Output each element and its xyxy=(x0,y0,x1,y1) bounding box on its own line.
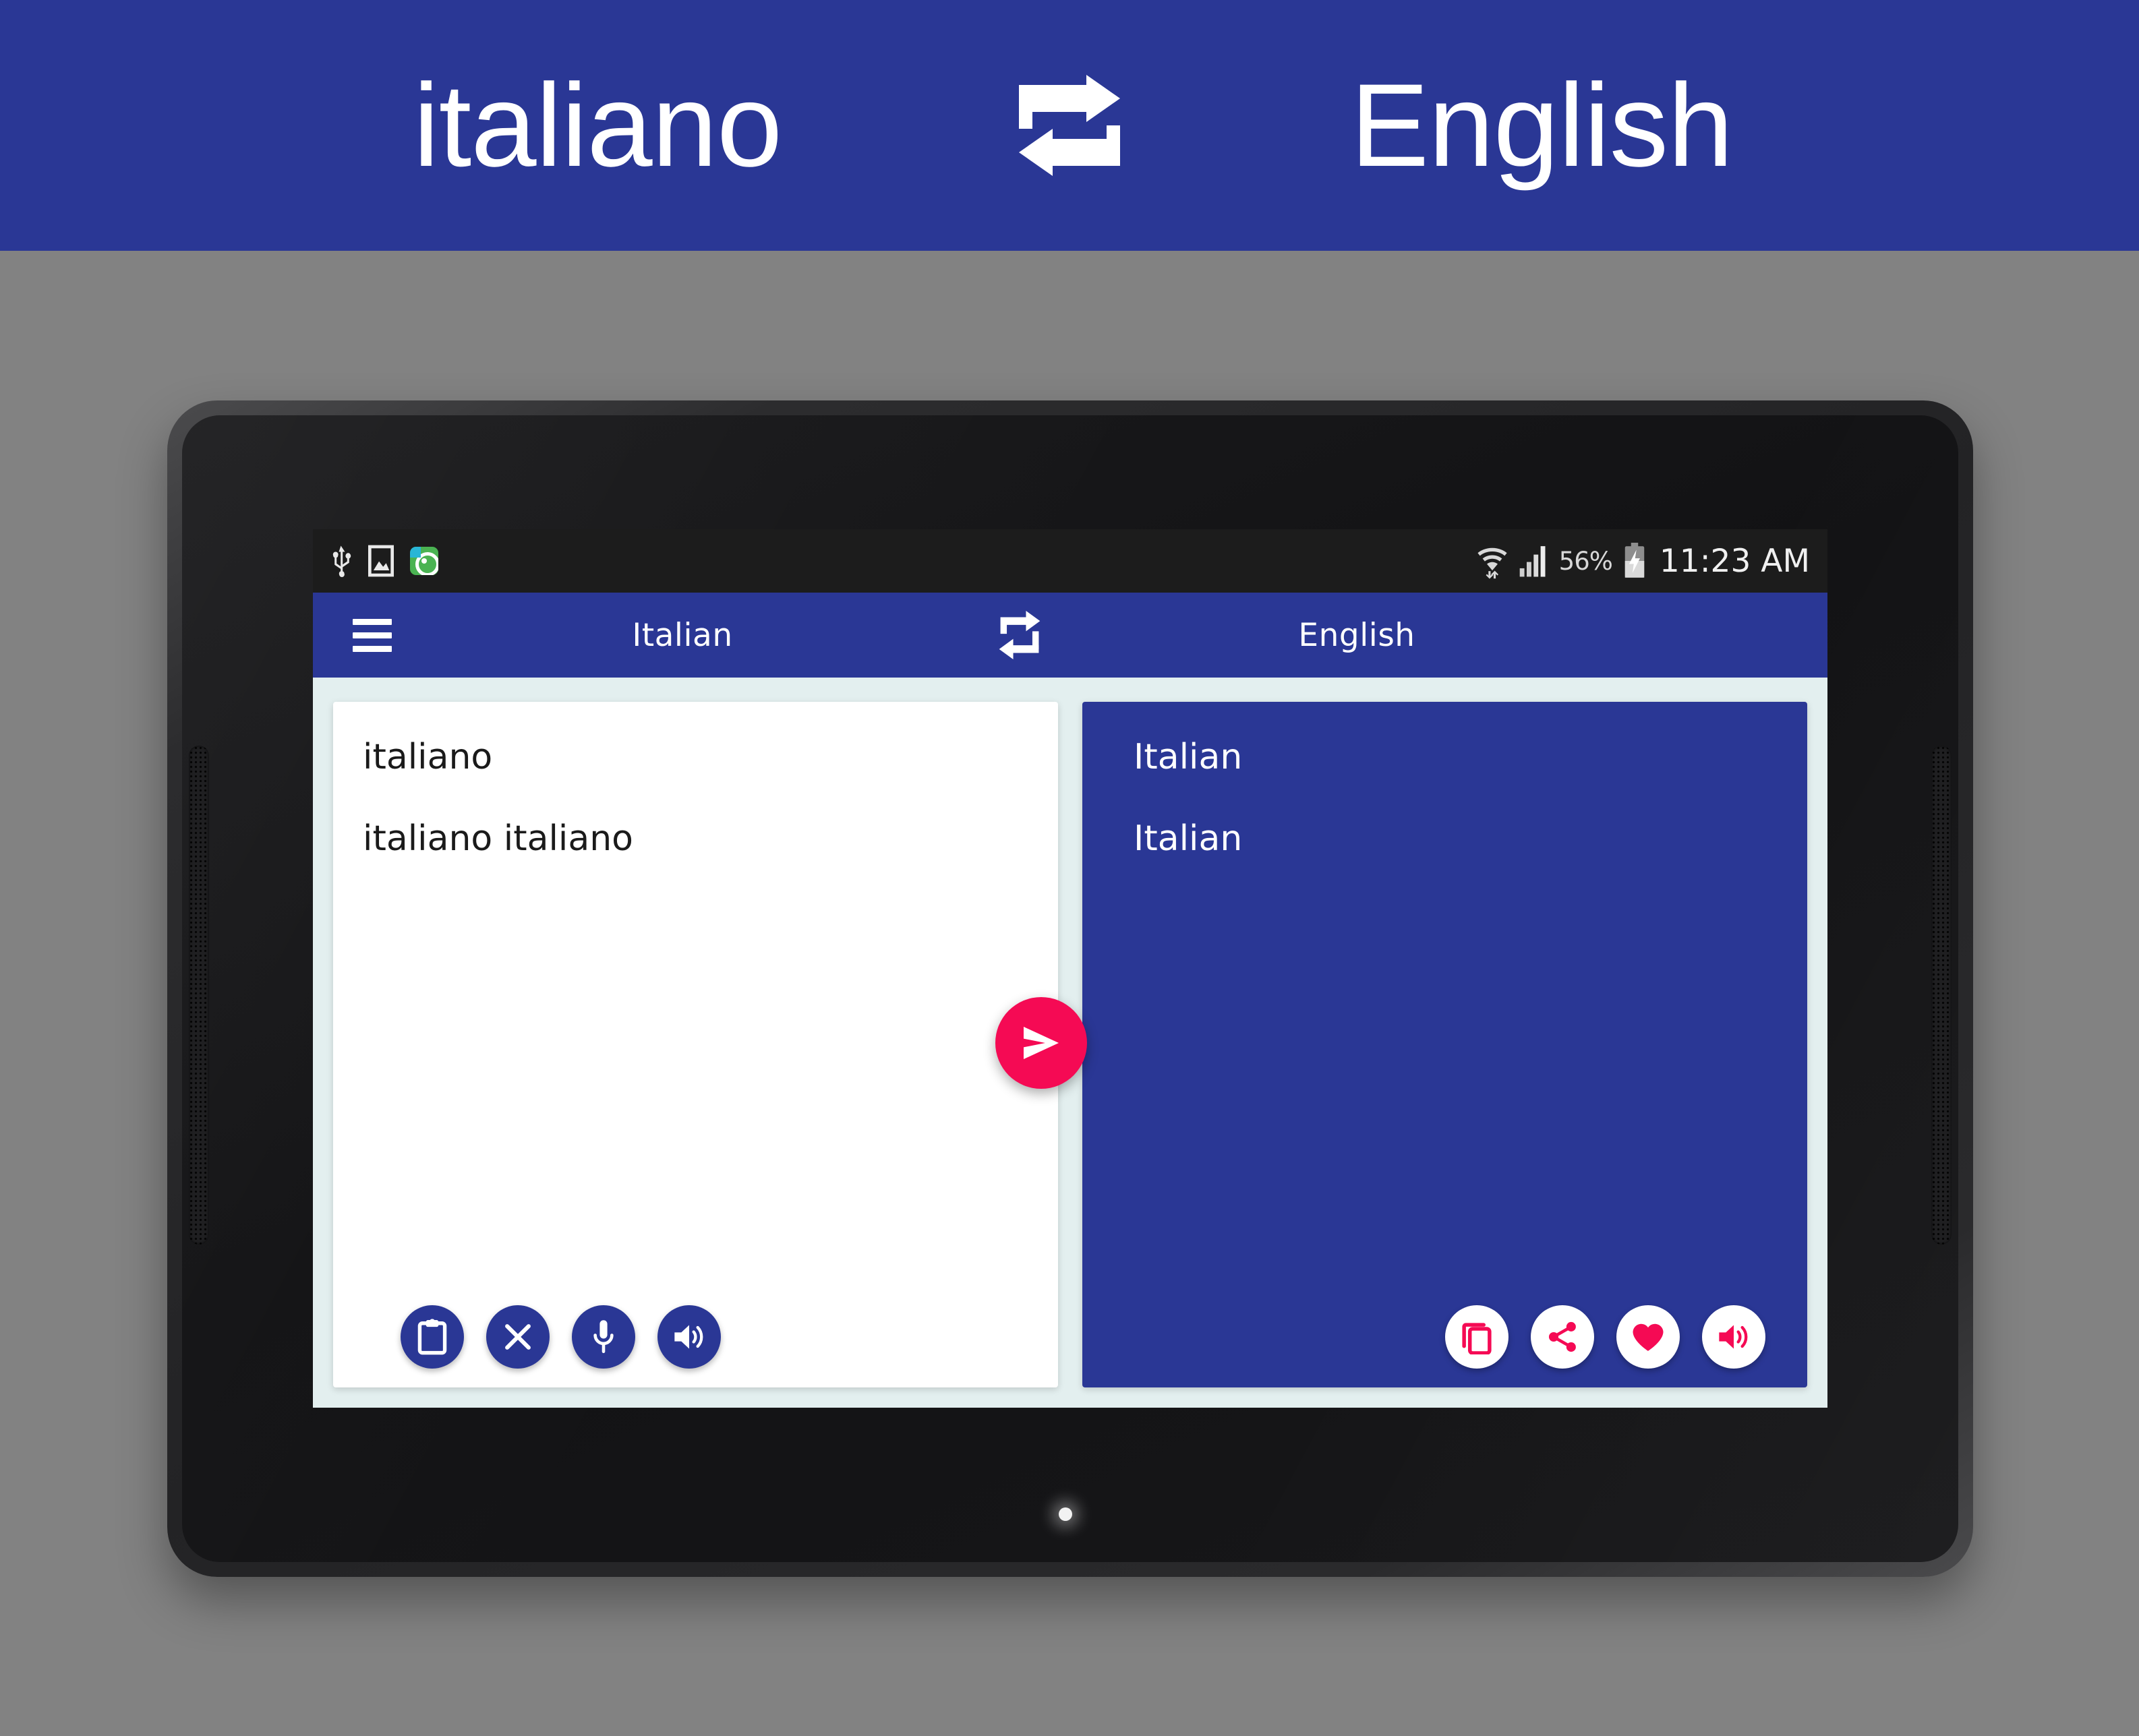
app-notification-icon xyxy=(410,547,438,575)
usb-icon xyxy=(332,543,352,579)
source-text[interactable]: italiano italiano italiano xyxy=(363,734,1028,862)
app-toolbar: Italian English xyxy=(313,593,1827,678)
microphone-icon xyxy=(589,1318,618,1356)
favorite-button[interactable] xyxy=(1616,1305,1680,1369)
copy-button[interactable] xyxy=(1445,1305,1508,1369)
promo-target-language: English xyxy=(1350,59,1734,191)
source-line-blank xyxy=(363,781,1028,816)
share-button[interactable] xyxy=(1531,1305,1594,1369)
voice-input-button[interactable] xyxy=(572,1305,635,1369)
notification-led xyxy=(1059,1507,1072,1521)
source-action-row xyxy=(401,1305,721,1369)
tablet-screen: 56% 11:23 AM Italian English italiano it… xyxy=(313,529,1827,1408)
promo-swap-icon xyxy=(968,75,1171,176)
promo-banner: italiano English xyxy=(0,0,2139,251)
source-text-panel[interactable]: italiano italiano italiano xyxy=(333,702,1058,1387)
volume-speaker-icon xyxy=(1717,1321,1751,1352)
target-line: Italian xyxy=(1134,818,1243,859)
heart-icon xyxy=(1631,1321,1665,1352)
target-action-row xyxy=(1445,1305,1765,1369)
screenshot-icon xyxy=(368,545,394,577)
battery-percent-label: 56% xyxy=(1558,546,1613,576)
battery-charging-icon xyxy=(1623,543,1646,579)
copy-icon xyxy=(1461,1319,1493,1354)
target-text-panel[interactable]: Italian Italian xyxy=(1082,702,1807,1387)
promo-source-language: italiano xyxy=(413,59,783,191)
volume-speaker-icon xyxy=(672,1321,706,1352)
target-line: Italian xyxy=(1134,737,1243,777)
paste-button[interactable] xyxy=(401,1305,464,1369)
translation-panels: italiano italiano italiano Italian Itali… xyxy=(313,678,1827,1408)
toolbar-source-language[interactable]: Italian xyxy=(446,617,918,654)
translate-button[interactable] xyxy=(995,997,1087,1089)
share-icon xyxy=(1546,1321,1579,1353)
send-arrow-icon xyxy=(1017,1021,1065,1065)
android-status-bar: 56% 11:23 AM xyxy=(313,529,1827,593)
speaker-grille-right xyxy=(1931,746,1952,1245)
target-text: Italian Italian xyxy=(1112,734,1778,862)
tablet-device: 56% 11:23 AM Italian English italiano it… xyxy=(167,400,1973,1577)
clear-button[interactable] xyxy=(486,1305,550,1369)
source-line: italiano xyxy=(363,737,493,777)
toolbar-target-language[interactable]: English xyxy=(1121,617,1593,654)
close-x-icon xyxy=(502,1321,533,1352)
source-line: italiano xyxy=(363,818,493,859)
speak-target-button[interactable] xyxy=(1702,1305,1765,1369)
clipboard-paste-icon xyxy=(416,1319,448,1355)
wifi-icon xyxy=(1477,543,1508,579)
hamburger-menu-icon[interactable] xyxy=(330,618,414,652)
cellular-signal-icon xyxy=(1519,544,1548,578)
target-line-blank xyxy=(1134,781,1778,816)
tablet-bezel: 56% 11:23 AM Italian English italiano it… xyxy=(182,415,1958,1562)
source-line: italiano xyxy=(503,818,633,859)
clock-label: 11:23 AM xyxy=(1659,542,1810,580)
speak-source-button[interactable] xyxy=(657,1305,721,1369)
toolbar-swap-icon[interactable] xyxy=(918,611,1121,659)
stage-background: 56% 11:23 AM Italian English italiano it… xyxy=(0,251,2139,1736)
speaker-grille-left xyxy=(189,746,209,1245)
